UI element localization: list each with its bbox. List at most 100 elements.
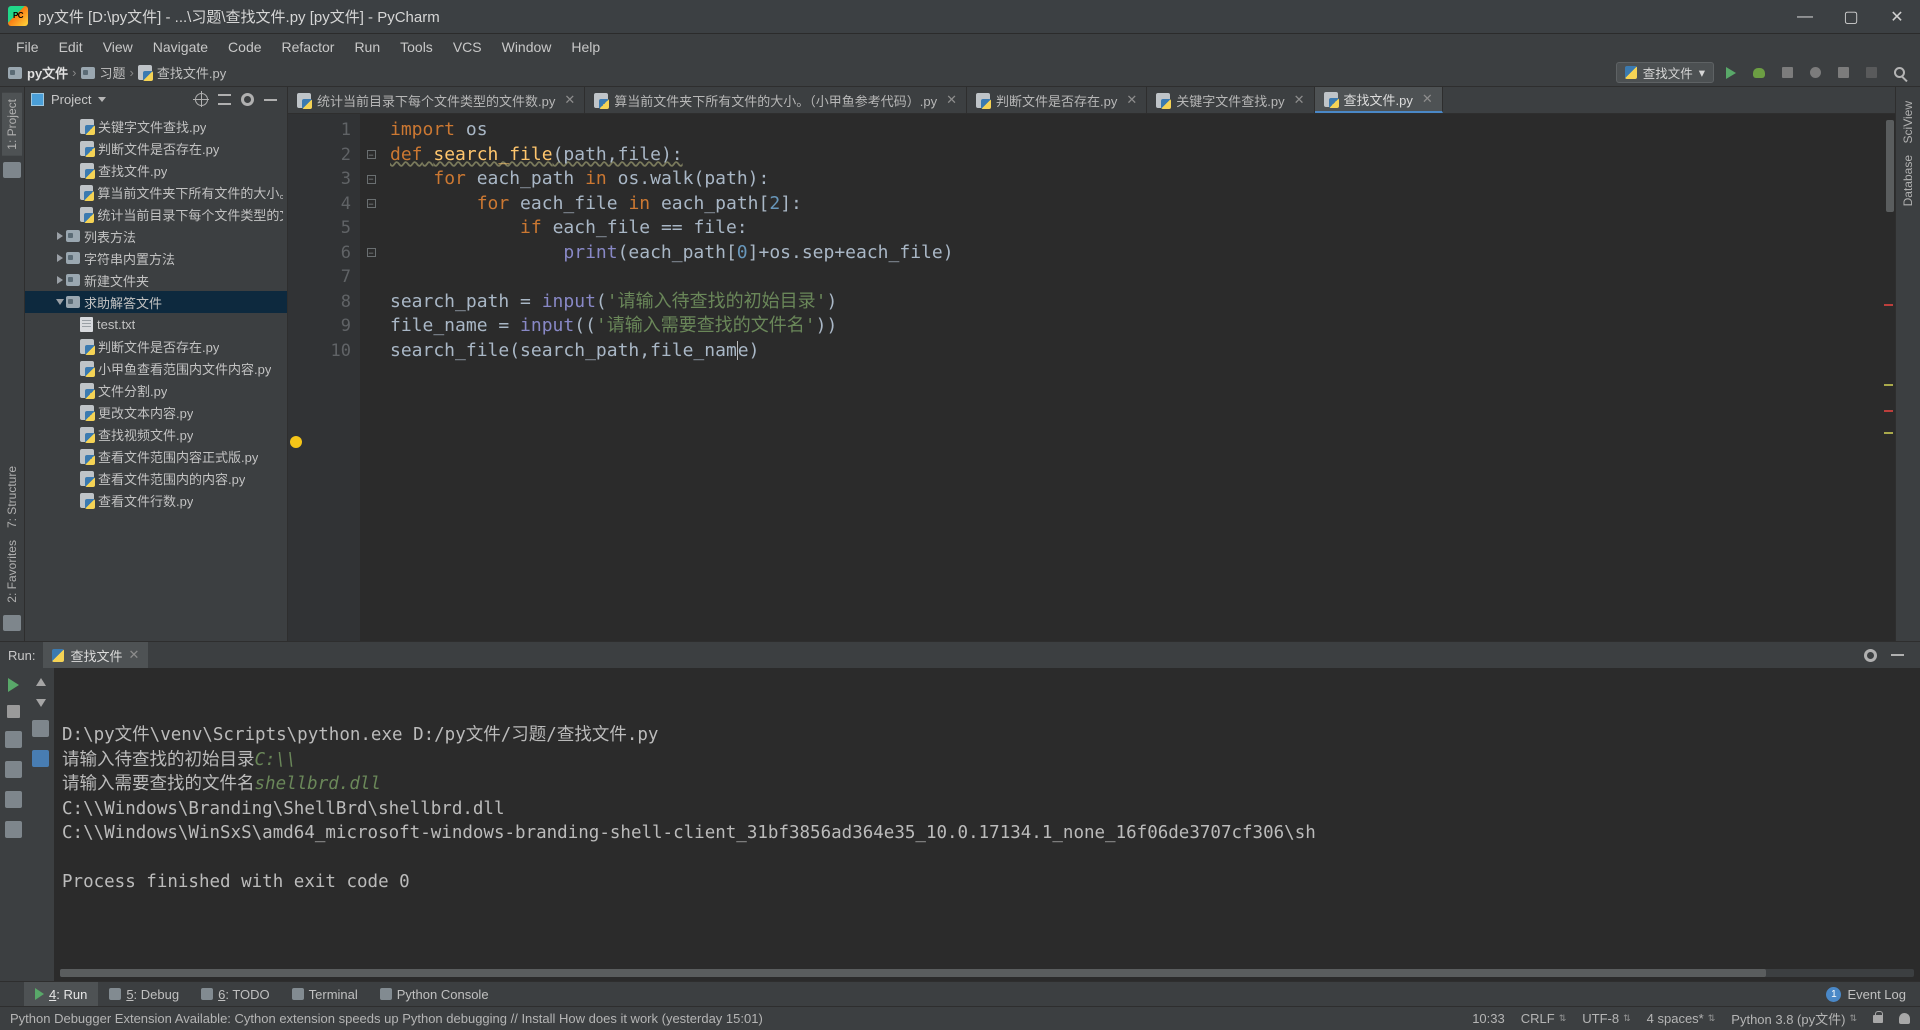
gear-icon[interactable] xyxy=(1864,648,1877,662)
attach-button[interactable] xyxy=(1832,62,1854,84)
close-icon[interactable]: ✕ xyxy=(1422,91,1433,107)
editor-marker-bar[interactable] xyxy=(1881,114,1895,641)
sidebar-item-sciview[interactable]: SciView xyxy=(1898,95,1918,149)
fold-marker[interactable]: − xyxy=(366,150,376,160)
tree-item[interactable]: 查看文件范围内的内容.py xyxy=(25,467,287,489)
breadcrumb-item-folder[interactable]: 习题 xyxy=(80,63,126,82)
chevron-right-icon[interactable] xyxy=(53,254,66,262)
star-icon[interactable] xyxy=(3,615,21,631)
code-editor[interactable]: 1 2 3 4 5 6 7 8 9 10 − − − − import os def search_… xyxy=(288,114,1895,641)
menu-edit[interactable]: Edit xyxy=(49,36,93,58)
run-tab[interactable]: 查找文件 ✕ xyxy=(43,642,149,668)
tree-item[interactable]: 求助解答文件 xyxy=(25,291,287,313)
up-arrow-icon[interactable] xyxy=(35,678,46,686)
bottom-tab[interactable]: 6: TODO xyxy=(190,982,281,1007)
code-line[interactable] xyxy=(382,265,1881,290)
close-icon[interactable]: ✕ xyxy=(564,92,575,108)
tree-item[interactable]: 新建文件夹 xyxy=(25,269,287,291)
editor-tab[interactable]: 判断文件是否存在.py ✕ xyxy=(967,87,1148,113)
menu-help[interactable]: Help xyxy=(561,36,610,58)
tree-item[interactable]: 更改文本内容.py xyxy=(25,401,287,423)
event-log[interactable]: 1 Event Log xyxy=(1826,986,1906,1002)
console-output[interactable]: D:\py文件\venv\Scripts\python.exe D:/py文件/… xyxy=(54,668,1920,981)
collapse-all-icon[interactable] xyxy=(218,93,231,106)
tree-item[interactable]: 字符串内置方法 xyxy=(25,247,287,269)
profile-button[interactable] xyxy=(1804,62,1826,84)
bottom-tab[interactable]: 5: Debug xyxy=(98,982,190,1007)
code-line[interactable]: search_file(search_path,file_name) xyxy=(382,339,1881,364)
menu-navigate[interactable]: Navigate xyxy=(143,36,218,58)
code-line[interactable]: for each_file in each_path[2]: xyxy=(382,192,1881,217)
tree-item[interactable]: 列表方法 xyxy=(25,225,287,247)
caret-position[interactable]: 10:33 xyxy=(1472,1011,1505,1026)
tree-item[interactable]: 判断文件是否存在.py xyxy=(25,335,287,357)
gear-icon[interactable] xyxy=(241,93,254,106)
breadcrumb-item-project[interactable]: py文件 xyxy=(8,63,68,82)
code-line[interactable]: for each_path in os.walk(path): xyxy=(382,167,1881,192)
debug-button[interactable] xyxy=(1748,62,1770,84)
close-icon[interactable]: ✕ xyxy=(946,92,957,108)
menu-run[interactable]: Run xyxy=(344,36,390,58)
print-layout-icon[interactable] xyxy=(5,731,22,748)
intention-bulb-icon[interactable] xyxy=(290,436,302,448)
code-line[interactable]: def search_file(path,file): xyxy=(382,143,1881,168)
tree-item[interactable]: 查看文件行数.py xyxy=(25,489,287,511)
editor-tab[interactable]: 统计当前目录下每个文件类型的文件数.py ✕ xyxy=(288,87,586,113)
chevron-down-icon[interactable] xyxy=(98,97,107,102)
code-line[interactable]: search_path = input('请输入待查找的初始目录') xyxy=(382,290,1881,315)
chevron-right-icon[interactable] xyxy=(53,232,66,240)
fold-marker[interactable]: − xyxy=(366,199,376,209)
menu-tools[interactable]: Tools xyxy=(390,36,443,58)
indent-setting[interactable]: 4 spaces* ⇅ xyxy=(1647,1011,1716,1026)
code-line[interactable]: import os xyxy=(382,118,1881,143)
project-tree[interactable]: 关键字文件查找.py 判断文件是否存在.py 查找文件.py 算当前文件夹下所有文件的… xyxy=(25,113,287,641)
print-icon[interactable] xyxy=(5,791,22,808)
fold-marker[interactable]: − xyxy=(366,174,376,184)
stop-button[interactable] xyxy=(1860,62,1882,84)
encoding[interactable]: UTF-8 ⇅ xyxy=(1582,1011,1630,1026)
code-folding-gutter[interactable]: − − − − xyxy=(360,114,382,641)
sidebar-item-project[interactable]: 1: Project xyxy=(2,93,22,156)
code-line[interactable]: print(each_path[0]+os.sep+each_file) xyxy=(382,241,1881,266)
bottom-tab[interactable]: 4: Run xyxy=(24,981,99,1007)
status-message[interactable]: Python Debugger Extension Available: Cyt… xyxy=(10,1011,763,1026)
tree-item[interactable]: 判断文件是否存在.py xyxy=(25,137,287,159)
editor-scrollbar-thumb[interactable] xyxy=(1886,120,1894,212)
close-icon[interactable]: ✕ xyxy=(1294,92,1305,108)
menu-vcs[interactable]: VCS xyxy=(443,36,492,58)
menu-code[interactable]: Code xyxy=(218,36,271,58)
fold-marker[interactable]: − xyxy=(366,248,376,258)
run-configuration-selector[interactable]: 查找文件 ▾ xyxy=(1615,62,1714,83)
trash-icon[interactable] xyxy=(5,821,22,838)
hide-icon[interactable] xyxy=(264,98,277,101)
tree-item[interactable]: 算当前文件夹下所有文件的大小。 xyxy=(25,181,287,203)
bottom-tab[interactable]: Terminal xyxy=(281,982,369,1007)
coverage-button[interactable] xyxy=(1776,62,1798,84)
tree-item[interactable]: 查找视频文件.py xyxy=(25,423,287,445)
folder-icon[interactable] xyxy=(3,161,21,178)
menu-refactor[interactable]: Refactor xyxy=(272,36,345,58)
editor-tab-strip[interactable]: 统计当前目录下每个文件类型的文件数.py ✕ 算当前文件夹下所有文件的大小。（小甲鱼… xyxy=(288,87,1895,114)
down-arrow-icon[interactable] xyxy=(35,699,46,707)
tree-item[interactable]: 查找文件.py xyxy=(25,159,287,181)
tree-item[interactable]: 小甲鱼查看范围内文件内容.py xyxy=(25,357,287,379)
maximize-button[interactable]: ▢ xyxy=(1828,0,1874,34)
scroll-to-end-icon[interactable] xyxy=(32,750,49,767)
run-button[interactable] xyxy=(1720,62,1742,84)
code-line[interactable]: file_name = input(('请输入需要查找的文件名')) xyxy=(382,314,1881,339)
close-icon[interactable]: ✕ xyxy=(1126,92,1137,108)
code-text[interactable]: import os def search_file(path,file): for… xyxy=(382,114,1881,641)
menu-window[interactable]: Window xyxy=(492,36,562,58)
sidebar-item-favorites[interactable]: 2: Favorites xyxy=(2,534,22,609)
chevron-right-icon[interactable] xyxy=(53,276,66,284)
sidebar-item-database[interactable]: Database xyxy=(1898,149,1918,212)
scroll-from-source-icon[interactable] xyxy=(193,91,209,107)
tree-item[interactable]: 关键字文件查找.py xyxy=(25,115,287,137)
console-horizontal-scrollbar[interactable] xyxy=(60,969,1914,977)
sidebar-item-structure[interactable]: 7: Structure xyxy=(2,460,22,534)
lock-icon[interactable] xyxy=(1873,1010,1883,1023)
menu-view[interactable]: View xyxy=(93,36,143,58)
line-separator[interactable]: CRLF ⇅ xyxy=(1521,1011,1567,1026)
pin-icon[interactable] xyxy=(5,761,22,778)
bottom-tab[interactable]: Python Console xyxy=(369,982,500,1007)
